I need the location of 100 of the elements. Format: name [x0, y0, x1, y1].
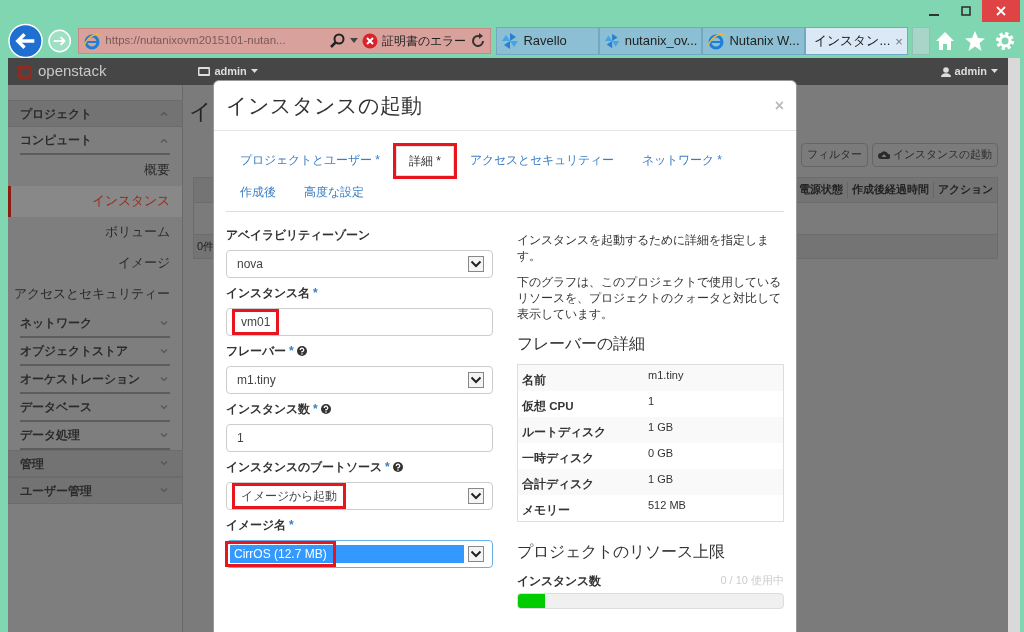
required-mark: * — [385, 459, 390, 476]
pinwheel-icon — [501, 32, 520, 50]
settings-icon[interactable] — [994, 30, 1016, 52]
monitor-icon — [198, 67, 211, 76]
description-text: 下のグラフは、このプロジェクトで使用しているリソースを、プロジェクトのクォータと対比して表示しています。 — [517, 275, 782, 323]
tab[interactable]: ネットワーク * — [630, 146, 735, 176]
certificate-error-text[interactable]: 証明書のエラー — [382, 32, 467, 50]
section-title: フレーバーの詳細 — [517, 334, 646, 355]
tab[interactable]: アクセスとセキュリティー — [458, 146, 627, 176]
logo-text: openstack — [38, 61, 107, 82]
tab[interactable]: 詳細 * — [396, 146, 455, 176]
row-label: ルートディスク — [521, 425, 607, 441]
sidebar-panel[interactable]: ユーザー管理 — [8, 477, 182, 504]
logo-icon — [18, 64, 32, 79]
input-field[interactable]: vm01 — [226, 308, 493, 336]
tab[interactable]: プロジェクトとユーザー * — [228, 146, 392, 176]
row-value: m1.tiny — [648, 368, 684, 384]
browser-tab[interactable]: Ravello — [496, 27, 600, 55]
sidebar-panel[interactable]: プロジェクト — [8, 100, 182, 127]
browser-page-icon — [707, 32, 726, 50]
sidebar-group[interactable]: オーケストレーション — [20, 366, 170, 394]
required-mark: * — [313, 285, 318, 302]
column-header: 作成後経過時間 — [847, 181, 933, 198]
description-text: インスタンスを起動するために詳細を指定します。 — [517, 233, 770, 265]
sidebar-item[interactable]: アクセスとセキュリティー — [8, 279, 182, 310]
search-icon — [330, 33, 347, 49]
chevron-down-icon — [160, 488, 168, 493]
page-title: イ — [189, 101, 212, 123]
pinwheel-icon — [604, 32, 621, 50]
browser-tab[interactable]: nutanix_ov... — [599, 27, 703, 55]
toolbar-button[interactable]: フィルター — [801, 143, 868, 167]
chevron-down-icon — [160, 432, 168, 438]
required-mark: * — [313, 401, 318, 418]
sidebar-panel[interactable]: 管理 — [8, 450, 182, 477]
select-field[interactable]: nova — [226, 250, 493, 278]
required-mark: * — [289, 517, 294, 534]
error-icon — [362, 33, 379, 49]
section-title: プロジェクトのリソース上限 — [517, 542, 726, 563]
chevron-down-icon — [160, 320, 168, 326]
row-value: 0 GB — [648, 446, 674, 462]
row-value: 1 — [648, 394, 655, 410]
row-label: 仮想 CPU — [520, 398, 575, 415]
sidebar-group[interactable]: オブジェクトストア — [20, 338, 170, 366]
caret-icon — [350, 38, 359, 44]
meter-label: インスタンス数 — [517, 573, 601, 591]
chevron-down-icon — [160, 461, 168, 466]
chevron-down-icon — [160, 376, 168, 382]
field-label: アベイラビリティーゾーン — [226, 227, 370, 244]
back-button[interactable] — [8, 23, 44, 59]
tab[interactable]: 作成後 — [228, 178, 288, 206]
row-label: 名前 — [521, 373, 547, 389]
browser-tab[interactable]: インスタン... × — [805, 27, 909, 55]
user-icon — [940, 66, 951, 77]
close-button[interactable] — [982, 0, 1020, 22]
field-label: インスタンス数 — [226, 401, 310, 418]
select-field[interactable]: イメージから起動 — [226, 482, 493, 510]
field-label: イメージ名 — [226, 517, 286, 534]
table-footer-text: 0件 — [197, 239, 215, 254]
caret-icon — [250, 69, 258, 74]
caret-icon — [991, 69, 998, 74]
chevron-down-icon — [160, 404, 168, 410]
sidebar-item[interactable]: ボリューム — [8, 217, 182, 248]
browser-tab[interactable]: Nutanix W... — [702, 27, 806, 55]
home-icon[interactable] — [934, 30, 956, 52]
tab-close-button[interactable]: × — [894, 34, 904, 48]
row-value: 1 GB — [648, 472, 674, 488]
row-label: 一時ディスク — [521, 451, 595, 467]
field-value: CirrOS (12.7 MB) — [225, 541, 336, 567]
sidebar-item[interactable]: イメージ — [8, 248, 182, 279]
forward-button[interactable] — [47, 28, 73, 54]
toolbar-button[interactable]: インスタンスの起動 — [872, 143, 998, 167]
row-value: 1 GB — [648, 420, 674, 436]
user-menu[interactable]: admin — [940, 63, 998, 80]
select-field[interactable]: m1.tiny — [226, 366, 493, 394]
required-mark: * — [289, 343, 294, 360]
address-field[interactable]: https://nutanixovm2015101-nutan... 証明書のエラー — [78, 28, 492, 54]
row-label: メモリー — [521, 503, 571, 519]
field-label: フレーバー — [226, 343, 286, 360]
tab[interactable]: 高度な設定 — [292, 178, 376, 206]
row-value: 512 MB — [648, 498, 686, 514]
chevron-down-icon — [160, 348, 168, 354]
project-menu[interactable]: admin — [198, 63, 258, 80]
sidebar-group[interactable]: データベース — [20, 394, 170, 422]
field-value: イメージから起動 — [232, 483, 346, 509]
sidebar-group[interactable]: ネットワーク — [20, 310, 170, 338]
new-tab-button[interactable] — [912, 27, 930, 55]
scrollbar[interactable] — [1008, 58, 1020, 632]
star-icon[interactable] — [964, 30, 986, 52]
sidebar-group[interactable]: コンピュート — [20, 127, 170, 155]
field-value: 1 — [237, 430, 244, 447]
modal-title: インスタンスの起動 — [226, 92, 422, 119]
column-header: アクション — [933, 181, 997, 198]
field-value: vm01 — [232, 309, 280, 335]
minimize-icon — [929, 14, 939, 16]
field-label: インスタンス名 — [226, 285, 310, 302]
input-field[interactable]: 1 — [226, 424, 493, 452]
field-value: nova — [237, 256, 264, 273]
select-field[interactable]: CirrOS (12.7 MB) — [226, 540, 493, 568]
maximize-icon — [961, 6, 971, 16]
sidebar-item[interactable]: 概要 — [8, 155, 182, 186]
